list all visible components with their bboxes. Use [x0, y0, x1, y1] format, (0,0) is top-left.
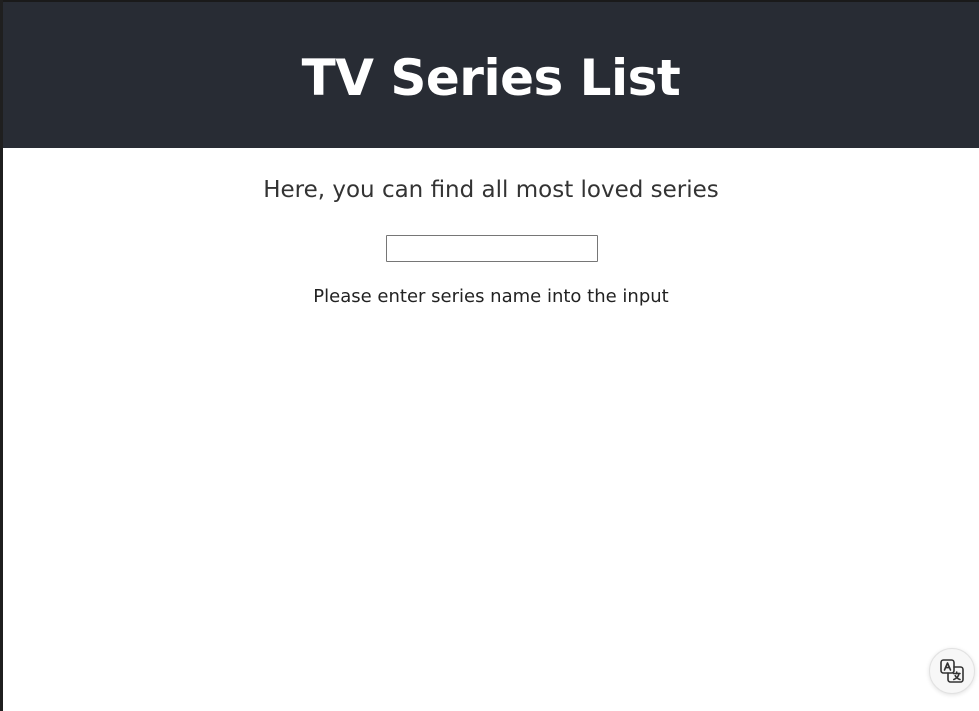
- translate-button[interactable]: [929, 648, 975, 694]
- app-header: TV Series List: [3, 0, 979, 148]
- search-hint-text: Please enter series name into the input: [313, 286, 669, 307]
- series-search-input[interactable]: [386, 235, 598, 262]
- page-title: TV Series List: [301, 49, 681, 107]
- page-subtitle: Here, you can find all most loved series: [263, 177, 719, 203]
- translate-icon: [940, 659, 964, 683]
